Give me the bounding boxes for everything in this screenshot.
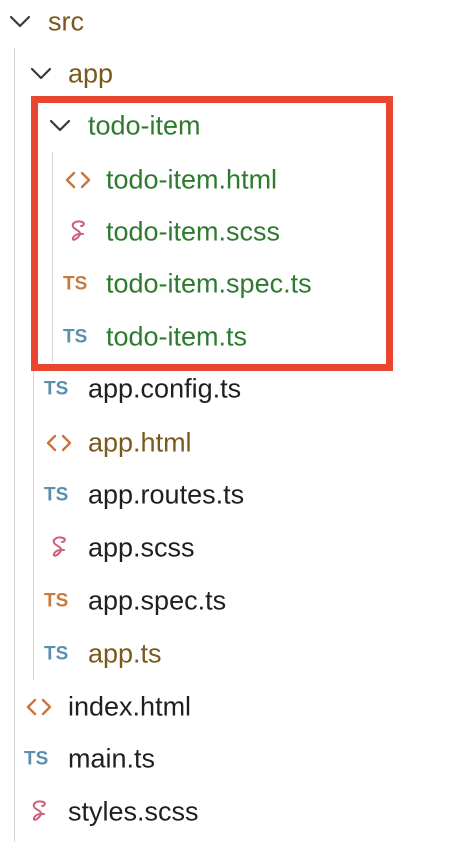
file-app-routes-ts[interactable]: TS app.routes.ts: [0, 469, 456, 521]
typescript-icon: TS: [44, 484, 69, 506]
file-explorer-tree: src app todo-item todo-item.html todo-it…: [0, 0, 456, 842]
highlight-box: [31, 96, 393, 371]
chevron-down-icon[interactable]: [28, 61, 54, 87]
html-icon: [25, 696, 53, 718]
file-label: app.ts: [88, 638, 162, 669]
html-icon: [45, 432, 73, 454]
folder-src[interactable]: src: [0, 0, 456, 48]
folder-label: src: [48, 6, 84, 37]
file-app-ts[interactable]: TS app.ts: [0, 628, 456, 680]
file-main-ts[interactable]: TS main.ts: [0, 733, 456, 785]
typescript-icon: TS: [44, 590, 69, 612]
file-label: app.config.ts: [88, 373, 242, 404]
typescript-icon: TS: [24, 748, 49, 770]
sass-icon: [27, 798, 51, 826]
file-app-scss[interactable]: app.scss: [0, 522, 456, 574]
typescript-icon: TS: [44, 378, 69, 400]
file-app-spec-ts[interactable]: TS app.spec.ts: [0, 575, 456, 627]
folder-app[interactable]: app: [0, 48, 456, 100]
sass-icon: [47, 534, 71, 562]
file-label: app.scss: [88, 532, 195, 563]
file-styles-scss[interactable]: styles.scss: [0, 786, 456, 838]
file-label: styles.scss: [68, 796, 199, 827]
file-label: index.html: [68, 691, 192, 722]
file-index-html[interactable]: index.html: [0, 681, 456, 733]
file-label: app.routes.ts: [88, 479, 245, 510]
file-label: main.ts: [68, 743, 156, 774]
typescript-icon: TS: [44, 643, 69, 665]
folder-label: app: [68, 58, 114, 89]
file-label: app.spec.ts: [88, 585, 227, 616]
file-label: app.html: [88, 427, 192, 458]
chevron-down-icon[interactable]: [7, 9, 33, 35]
file-app-html[interactable]: app.html: [0, 417, 456, 469]
